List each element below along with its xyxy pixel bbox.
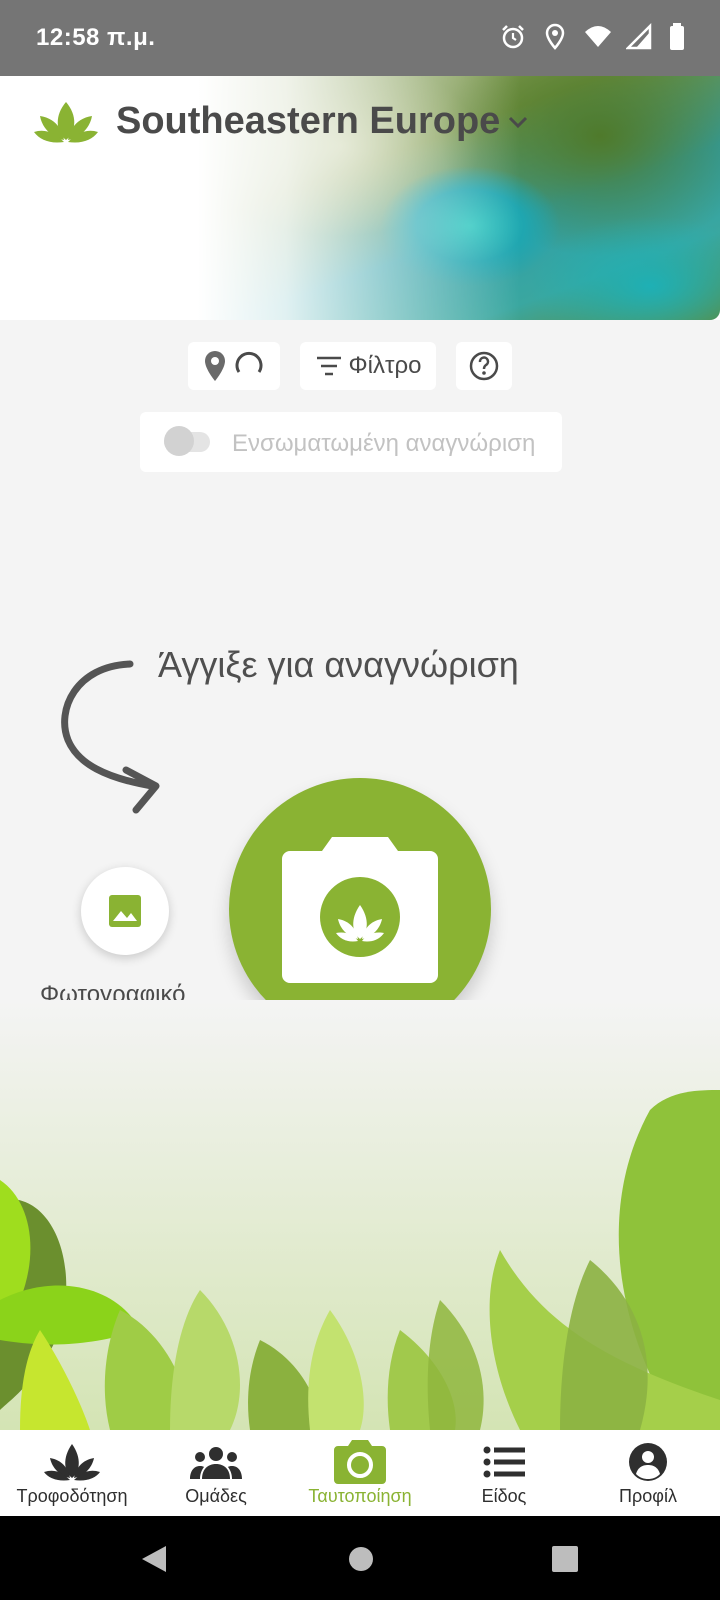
plantnet-logo-icon: [34, 102, 98, 143]
nav-label-groups: Ομάδες: [185, 1486, 247, 1506]
signal-icon: [624, 22, 652, 52]
loading-spinner-icon: [235, 351, 263, 373]
nav-label-profile: Προφίλ: [619, 1486, 677, 1506]
toggle-knob: [164, 426, 194, 456]
wifi-icon: [584, 22, 611, 52]
status-time: 12:58 π.μ.: [36, 24, 156, 51]
battery-icon: [668, 22, 694, 52]
nav-item-groups[interactable]: Ομάδες: [144, 1430, 288, 1516]
nav-item-feed[interactable]: Τροφοδότηση: [0, 1430, 144, 1516]
image-icon: [109, 895, 141, 927]
status-bar: 12:58 π.μ.: [0, 0, 720, 76]
tap-hint-text: Άγγιξε για αναγνώριση: [158, 644, 519, 685]
alarm-icon: [500, 22, 526, 52]
filter-icon: [316, 356, 341, 376]
location-pin-icon: [205, 351, 225, 381]
list-icon: [483, 1446, 525, 1478]
nav-label-species: Είδος: [481, 1486, 527, 1506]
filter-label: Φίλτρο: [348, 352, 422, 379]
bottom-navigation: Τροφοδότηση Ομάδες Ταυτοποίηση Είδος Προ…: [0, 1430, 720, 1516]
region-header: Southeastern Europe: [0, 76, 720, 320]
offline-identification-toggle[interactable]: Ενσωματωμένη αναγνώριση: [140, 412, 562, 472]
offline-identification-label: Ενσωματωμένη αναγνώριση: [232, 430, 536, 457]
nav-label-feed: Τροφοδότηση: [16, 1486, 128, 1506]
chevron-down-icon: [509, 116, 528, 128]
nav-item-species[interactable]: Είδος: [432, 1430, 576, 1516]
back-icon[interactable]: [140, 1544, 168, 1574]
nav-item-identify[interactable]: Ταυτοποίηση: [288, 1430, 432, 1516]
nav-item-profile[interactable]: Προφίλ: [576, 1430, 720, 1516]
region-name: Southeastern Europe: [116, 100, 501, 142]
help-button[interactable]: [456, 342, 512, 390]
camera-plant-icon: [282, 837, 438, 983]
help-icon: [469, 351, 499, 381]
groups-icon: [190, 1447, 242, 1479]
gallery-button[interactable]: [81, 867, 169, 955]
nav-label-identify: Ταυτοποίηση: [308, 1486, 412, 1506]
region-selector[interactable]: Southeastern Europe: [116, 100, 532, 143]
curved-arrow-icon: [61, 660, 160, 814]
location-icon: [542, 22, 568, 52]
system-navigation-bar: [0, 1516, 720, 1600]
recents-icon[interactable]: [552, 1544, 578, 1574]
home-icon[interactable]: [348, 1544, 374, 1574]
camera-icon: [334, 1440, 386, 1484]
plant-icon: [44, 1444, 100, 1481]
location-button[interactable]: [188, 342, 280, 390]
leaves-background-illustration: [0, 1000, 720, 1430]
filter-button[interactable]: Φίλτρο: [300, 342, 436, 390]
account-icon: [629, 1443, 667, 1481]
